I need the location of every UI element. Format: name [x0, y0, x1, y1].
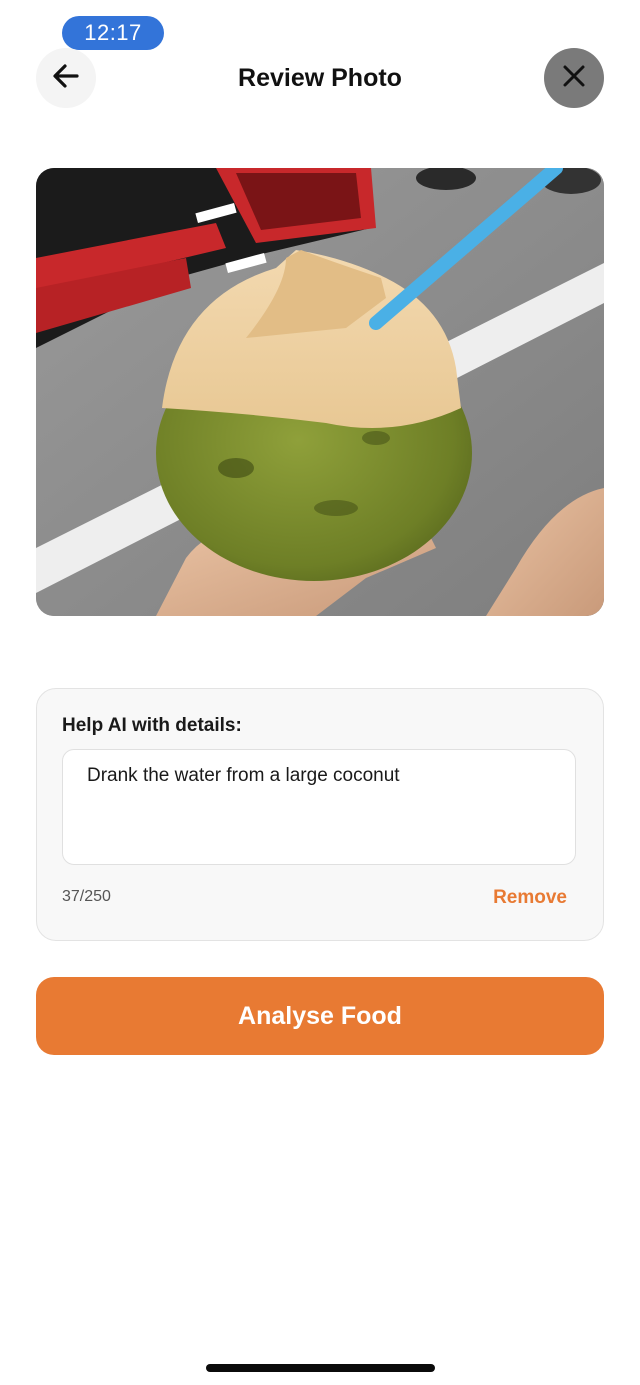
- details-textarea[interactable]: Drank the water from a large coconut: [62, 749, 576, 865]
- coconut-photo: [36, 168, 604, 616]
- close-button[interactable]: [544, 48, 604, 108]
- details-label: Help AI with details:: [62, 715, 242, 736]
- char-count: 37/250: [62, 888, 111, 905]
- analyse-food-button[interactable]: Analyse Food: [36, 977, 604, 1055]
- close-icon: [562, 64, 586, 93]
- details-card: Help AI with details: Drank the water fr…: [36, 688, 604, 941]
- home-indicator[interactable]: [206, 1364, 435, 1372]
- remove-button[interactable]: Remove: [493, 887, 567, 909]
- status-time: 12:17: [62, 16, 164, 50]
